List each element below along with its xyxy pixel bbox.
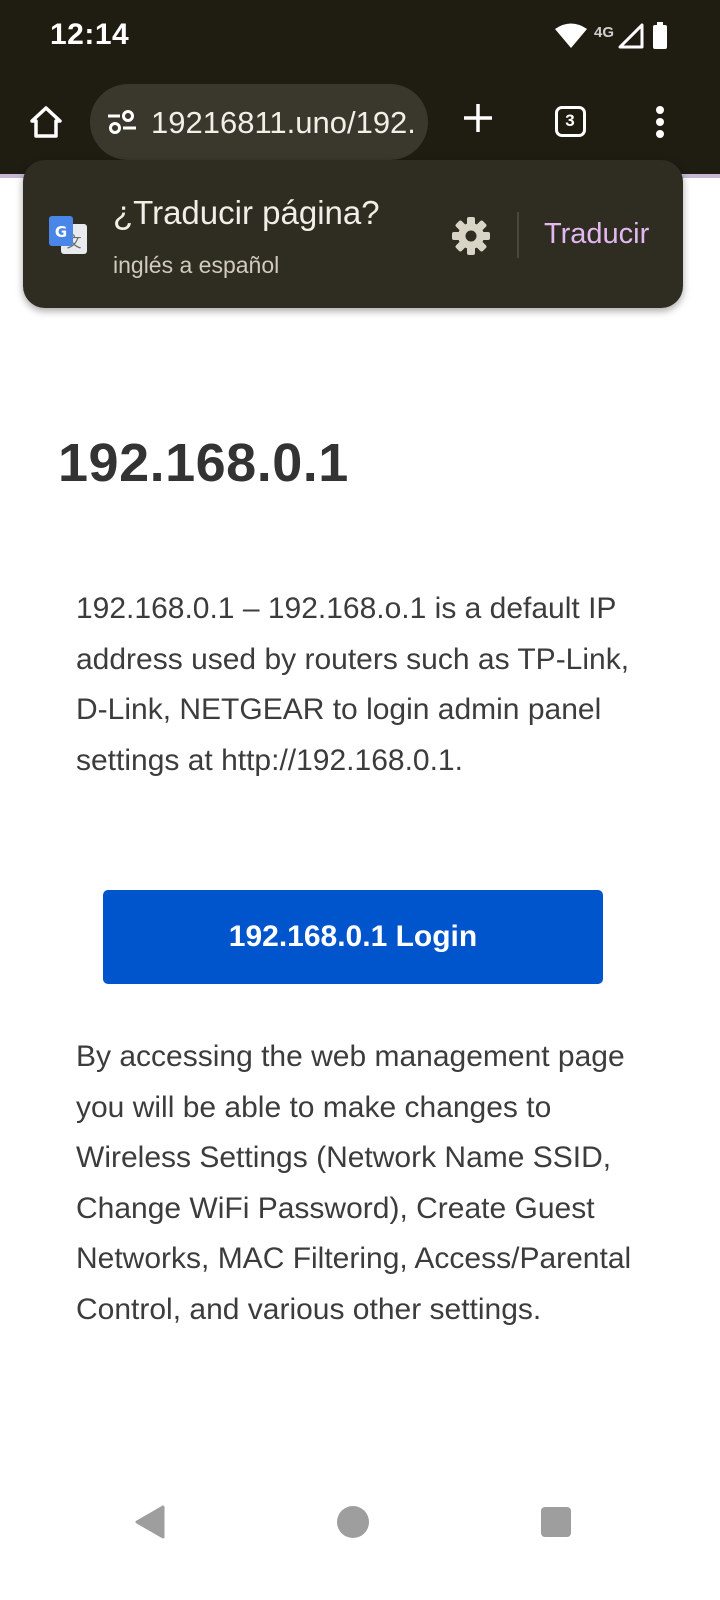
translate-divider xyxy=(517,212,519,258)
url-text[interactable]: 19216811.uno/192.168.0.1 xyxy=(151,103,413,143)
home-icon xyxy=(26,102,66,147)
tab-count: 3 xyxy=(565,111,575,130)
more-menu-button[interactable] xyxy=(642,100,678,148)
translate-settings-button[interactable] xyxy=(449,214,493,258)
translate-title: ¿Traducir página? xyxy=(113,194,380,231)
login-button[interactable]: 192.168.0.1 Login xyxy=(103,890,603,984)
google-translate-icon: 文 G xyxy=(47,214,91,258)
new-tab-button[interactable] xyxy=(456,98,500,142)
tab-switcher-icon: 3 xyxy=(554,105,586,137)
site-settings-icon[interactable] xyxy=(106,108,138,141)
network-type-label: 4G xyxy=(593,23,614,41)
home-button[interactable] xyxy=(22,100,70,148)
cellular-signal-icon xyxy=(618,23,644,49)
wifi-icon xyxy=(554,23,588,49)
gear-icon xyxy=(449,217,493,262)
tab-switcher-button[interactable]: 3 xyxy=(551,102,589,140)
battery-icon xyxy=(652,22,668,50)
translate-button[interactable]: Traducir xyxy=(544,218,649,251)
svg-text:G: G xyxy=(55,223,67,241)
recents-icon[interactable] xyxy=(541,1507,571,1537)
status-time: 12:14 xyxy=(50,18,130,51)
address-bar[interactable]: 19216811.uno/192.168.0.1 xyxy=(90,84,428,160)
system-nav-bar xyxy=(0,1480,720,1568)
back-icon[interactable] xyxy=(134,1504,166,1545)
add-tab-icon xyxy=(461,101,495,140)
status-bar: 12:14 4G xyxy=(0,0,720,72)
translate-prompt: 文 G ¿Traducir página? inglés a español T… xyxy=(23,160,683,308)
status-icons: 4G xyxy=(554,20,668,52)
translate-subtitle: inglés a español xyxy=(113,252,280,278)
page-title: 192.168.0.1 xyxy=(58,433,349,493)
intro-paragraph: 192.168.0.1 – 192.168.o.1 is a default I… xyxy=(76,592,630,777)
more-menu-icon xyxy=(655,105,665,144)
description-paragraph: By accessing the web management page you… xyxy=(76,1040,632,1326)
home-circle-icon[interactable] xyxy=(337,1506,369,1538)
